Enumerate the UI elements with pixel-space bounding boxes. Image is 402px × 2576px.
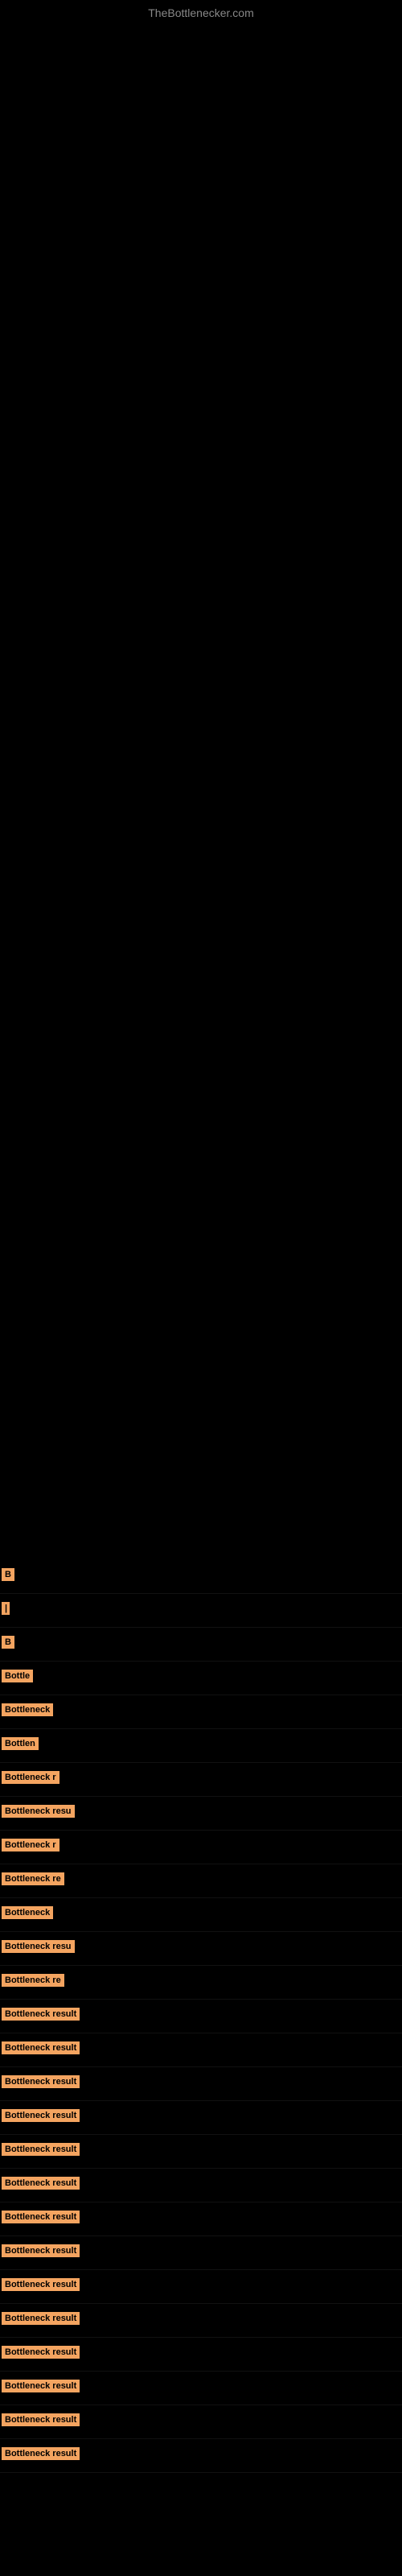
result-label-container-26: Bottleneck result	[0, 2410, 80, 2434]
result-row-13: Bottleneck re	[0, 1966, 402, 2000]
result-row-14: Bottleneck result	[0, 2000, 402, 2033]
result-row-25: Bottleneck result	[0, 2372, 402, 2405]
result-label-container-7: Bottleneck r	[0, 1768, 59, 1791]
bottleneck-label-2: |	[2, 1602, 10, 1615]
bottleneck-label-9: Bottleneck r	[2, 1839, 59, 1852]
result-label-container-17: Bottleneck result	[0, 2106, 80, 2129]
results-section: B | B Bottle Bottleneck Bottlen Bottlene…	[0, 1552, 402, 2473]
result-label-container-20: Bottleneck result	[0, 2207, 80, 2231]
result-row-4: Bottle	[0, 1662, 402, 1695]
bottleneck-label-15: Bottleneck result	[2, 2041, 80, 2054]
bottleneck-label-25: Bottleneck result	[2, 2380, 80, 2392]
result-row-24: Bottleneck result	[0, 2338, 402, 2372]
result-row-6: Bottlen	[0, 1729, 402, 1763]
result-label-container-2: |	[0, 1599, 10, 1622]
result-row-16: Bottleneck result	[0, 2067, 402, 2101]
result-row-27: Bottleneck result	[0, 2439, 402, 2473]
result-label-container-21: Bottleneck result	[0, 2241, 80, 2264]
result-row-20: Bottleneck result	[0, 2202, 402, 2236]
result-label-container-14: Bottleneck result	[0, 2004, 80, 2028]
result-row-8: Bottleneck resu	[0, 1797, 402, 1831]
bottleneck-label-26: Bottleneck result	[2, 2413, 80, 2426]
result-row-26: Bottleneck result	[0, 2405, 402, 2439]
bottleneck-label-14: Bottleneck result	[2, 2008, 80, 2021]
result-label-container-11: Bottleneck	[0, 1903, 53, 1926]
result-row-21: Bottleneck result	[0, 2236, 402, 2270]
result-row-23: Bottleneck result	[0, 2304, 402, 2338]
bottleneck-label-6: Bottlen	[2, 1737, 39, 1750]
bottleneck-label-22: Bottleneck result	[2, 2278, 80, 2291]
bottleneck-label-16: Bottleneck result	[2, 2075, 80, 2088]
result-label-container-25: Bottleneck result	[0, 2376, 80, 2400]
result-label-container-6: Bottlen	[0, 1734, 39, 1757]
bottleneck-label-27: Bottleneck result	[2, 2447, 80, 2460]
site-title: TheBottlenecker.com	[148, 6, 254, 19]
bottleneck-label-3: B	[2, 1636, 14, 1649]
bottleneck-label-23: Bottleneck result	[2, 2312, 80, 2325]
bottleneck-label-17: Bottleneck result	[2, 2109, 80, 2122]
result-label-container-27: Bottleneck result	[0, 2444, 80, 2467]
result-row-2: |	[0, 1594, 402, 1628]
result-label-container-9: Bottleneck r	[0, 1835, 59, 1859]
result-label-container-12: Bottleneck resu	[0, 1937, 75, 1960]
result-row-12: Bottleneck resu	[0, 1932, 402, 1966]
result-label-container-22: Bottleneck result	[0, 2275, 80, 2298]
result-label-container-19: Bottleneck result	[0, 2174, 80, 2197]
bottleneck-label-7: Bottleneck r	[2, 1771, 59, 1784]
result-row-3: B	[0, 1628, 402, 1662]
bottleneck-label-8: Bottleneck resu	[2, 1805, 75, 1818]
result-row-5: Bottleneck	[0, 1695, 402, 1729]
bottleneck-label-13: Bottleneck re	[2, 1974, 64, 1987]
result-label-container-5: Bottleneck	[0, 1700, 53, 1724]
result-row-17: Bottleneck result	[0, 2101, 402, 2135]
result-row-9: Bottleneck r	[0, 1831, 402, 1864]
bottleneck-label-21: Bottleneck result	[2, 2244, 80, 2257]
result-label-container-8: Bottleneck resu	[0, 1802, 75, 1825]
bottleneck-label-1: B	[2, 1568, 14, 1581]
result-row-1: B	[0, 1560, 402, 1594]
result-label-container-13: Bottleneck re	[0, 1971, 64, 1994]
result-label-container-18: Bottleneck result	[0, 2140, 80, 2163]
bottleneck-label-10: Bottleneck re	[2, 1872, 64, 1885]
result-label-container-23: Bottleneck result	[0, 2309, 80, 2332]
bottleneck-label-12: Bottleneck resu	[2, 1940, 75, 1953]
result-row-10: Bottleneck re	[0, 1864, 402, 1898]
result-label-container-10: Bottleneck re	[0, 1869, 64, 1893]
bottleneck-label-20: Bottleneck result	[2, 2211, 80, 2223]
result-label-container-4: Bottle	[0, 1666, 33, 1690]
result-label-container-1: B	[0, 1565, 14, 1588]
result-label-container-16: Bottleneck result	[0, 2072, 80, 2095]
result-row-11: Bottleneck	[0, 1898, 402, 1932]
chart-area	[0, 23, 402, 1552]
site-title-bar: TheBottlenecker.com	[0, 0, 402, 23]
result-row-7: Bottleneck r	[0, 1763, 402, 1797]
result-row-18: Bottleneck result	[0, 2135, 402, 2169]
result-row-15: Bottleneck result	[0, 2033, 402, 2067]
bottleneck-label-4: Bottle	[2, 1670, 33, 1682]
bottleneck-label-5: Bottleneck	[2, 1703, 53, 1716]
bottleneck-label-18: Bottleneck result	[2, 2143, 80, 2156]
result-row-22: Bottleneck result	[0, 2270, 402, 2304]
bottleneck-label-19: Bottleneck result	[2, 2177, 80, 2190]
bottleneck-label-11: Bottleneck	[2, 1906, 53, 1919]
result-label-container-24: Bottleneck result	[0, 2343, 80, 2366]
result-row-19: Bottleneck result	[0, 2169, 402, 2202]
result-label-container-15: Bottleneck result	[0, 2038, 80, 2062]
result-label-container-3: B	[0, 1633, 14, 1656]
bottleneck-label-24: Bottleneck result	[2, 2346, 80, 2359]
